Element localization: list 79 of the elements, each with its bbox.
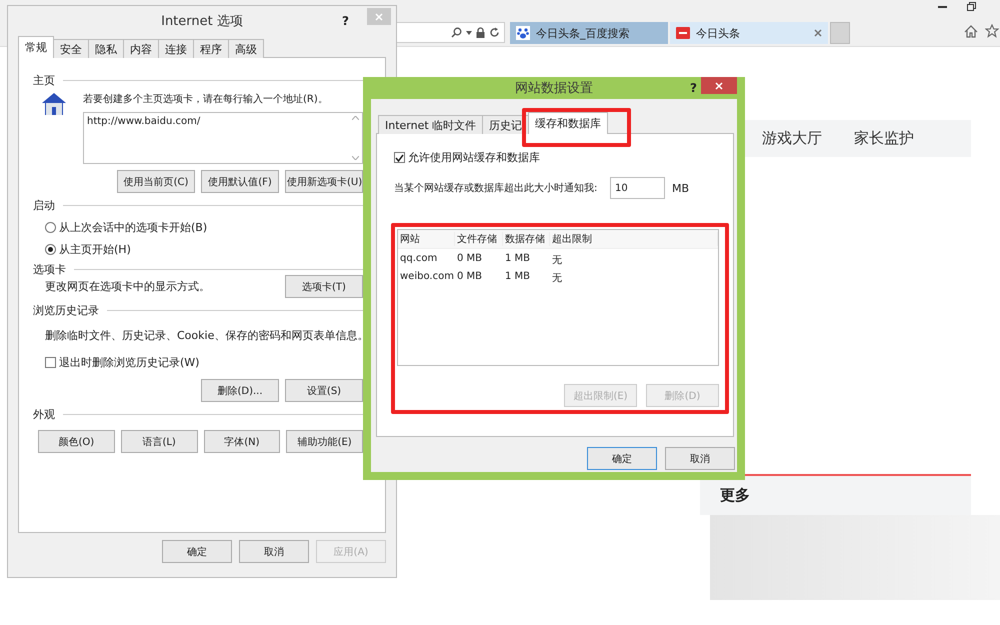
table-cell-text: 0 MB	[456, 252, 484, 266]
minimize-icon[interactable]	[938, 6, 947, 9]
radio-button[interactable]	[45, 222, 56, 233]
section-heading: 浏览历史记录	[33, 303, 99, 318]
table-cell-text: 1 MB	[504, 270, 532, 284]
tab[interactable]: Internet 临时文件	[378, 115, 484, 134]
table-cell-text: weibo.com	[399, 270, 455, 284]
section-title: 更多	[720, 486, 750, 505]
dialog-button[interactable]: 确定	[587, 447, 657, 470]
table-cell-text: qq.com	[399, 252, 438, 266]
help-button[interactable]: ?	[342, 14, 349, 28]
size-field[interactable]: 10	[610, 177, 665, 199]
window-title: 网站数据设置	[515, 80, 593, 97]
checkbox-label: 退出时删除浏览历史记录(W)	[59, 355, 200, 370]
column-header[interactable]: 文件存储	[455, 232, 503, 246]
tab[interactable]: 内容	[123, 39, 159, 58]
restore-icon[interactable]	[967, 2, 976, 11]
appearance-button[interactable]: 语言(L)	[120, 430, 198, 453]
nav-link[interactable]: 游戏大厅	[762, 129, 822, 148]
column-header[interactable]: 数据存储	[503, 232, 550, 246]
tab[interactable]: 程序	[193, 39, 229, 58]
section-heading: 启动	[33, 198, 55, 213]
tabs-button[interactable]: 选项卡(T)	[285, 275, 363, 298]
house-icon	[41, 92, 67, 116]
paw-icon	[516, 26, 530, 40]
table-cell-text: 1 MB	[504, 252, 532, 266]
tab[interactable]: 隐私	[88, 39, 124, 58]
browser-tab[interactable]: 今日头条_百度搜索	[510, 22, 668, 44]
appearance-button[interactable]: 辅助功能(E)	[286, 430, 363, 453]
close-icon[interactable]	[814, 29, 822, 37]
checkbox-label: 允许使用网站缓存和数据库	[408, 150, 540, 165]
close-icon	[375, 12, 383, 20]
section-heading: 外观	[33, 407, 55, 422]
nav-link[interactable]: 家长监护	[854, 129, 914, 148]
home-icon[interactable]	[964, 25, 978, 38]
unit-label: MB	[672, 182, 689, 194]
history-button[interactable]: 删除(D)...	[201, 379, 279, 402]
tab[interactable]: 连接	[158, 39, 194, 58]
tab[interactable]: 安全	[53, 39, 89, 58]
dialog-button[interactable]: 确定	[162, 540, 232, 563]
tab[interactable]: 高级	[228, 39, 264, 58]
column-header[interactable]: 超出限制	[550, 232, 718, 246]
close-icon	[715, 82, 723, 90]
dialog-button[interactable]: 取消	[665, 447, 735, 470]
refresh-icon[interactable]	[489, 27, 500, 38]
table-cell-text: 无	[551, 254, 563, 267]
section-heading: 选项卡	[33, 262, 66, 277]
close-button[interactable]	[701, 77, 737, 94]
section-heading: 主页	[33, 73, 55, 88]
home-page-button[interactable]: 使用当前页(C)	[117, 170, 195, 193]
site-list[interactable]: 网站 文件存储 数据存储 超出限制 qq.com 0 MB 1 MB 无 weibo.com 0 MB 1 MB 无	[397, 229, 719, 366]
news-icon	[676, 27, 690, 39]
browser-tab[interactable]: 今日头条	[670, 22, 828, 44]
radio-button[interactable]	[45, 244, 56, 255]
column-header[interactable]: 网站	[398, 232, 455, 246]
help-button[interactable]: ?	[690, 81, 697, 95]
window-title: Internet 选项	[161, 13, 243, 30]
star-icon[interactable]	[985, 24, 999, 38]
search-icon[interactable]	[451, 27, 462, 38]
table-cell-text: 0 MB	[456, 270, 484, 284]
caret-icon[interactable]	[466, 30, 472, 34]
description-text: 删除临时文件、历史记录、Cookie、保存的密码和网页表单信息。	[45, 329, 368, 342]
limit-label: 当某个网站缓存或数据库超出此大小时通知我:	[394, 182, 598, 195]
checkbox[interactable]	[45, 357, 56, 368]
appearance-button[interactable]: 颜色(O)	[38, 430, 115, 453]
tab[interactable]: 缓存和数据库	[528, 112, 608, 134]
lock-icon[interactable]	[476, 27, 485, 38]
home-page-button[interactable]: 使用新选项卡(U)	[285, 170, 363, 193]
dialog-button[interactable]: 取消	[239, 540, 309, 563]
description-text: 更改网页在选项卡中的显示方式。	[45, 279, 210, 294]
tab[interactable]: 常规	[18, 36, 54, 58]
radio-label: 从上次会话中的选项卡开始(B)	[59, 220, 208, 235]
instruction-text: 若要创建多个主页选项卡，请在每行输入一个地址(R)。	[83, 92, 329, 106]
table-cell-text: 无	[551, 272, 563, 285]
radio-label: 从主页开始(H)	[59, 242, 131, 257]
appearance-button[interactable]: 字体(N)	[204, 430, 280, 453]
home-page-button[interactable]: 使用默认值(F)	[201, 170, 279, 193]
history-button[interactable]: 设置(S)	[285, 379, 363, 402]
checkbox[interactable]	[394, 152, 405, 163]
